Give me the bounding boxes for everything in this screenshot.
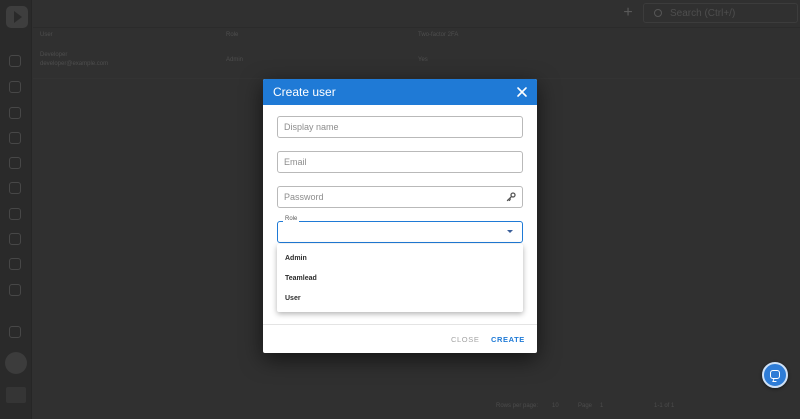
nav-icon-1[interactable] <box>9 55 21 67</box>
rows-per-page-label: Rows per page: <box>496 403 539 409</box>
nav-icon-users[interactable] <box>9 182 21 194</box>
table-header: User Role Two-factor 2FA <box>40 32 780 44</box>
close-button[interactable]: CLOSE <box>451 335 479 344</box>
dialog-header: Create user <box>263 79 537 105</box>
display-name-field[interactable] <box>277 116 523 138</box>
nav-icon-3[interactable] <box>9 107 21 119</box>
role-option-admin[interactable]: Admin <box>277 249 523 269</box>
page-range: 1-1 of 1 <box>654 403 675 409</box>
sidebar-footer-icon[interactable] <box>6 387 26 403</box>
caret-down-icon[interactable] <box>507 230 513 233</box>
user-name: Developer <box>40 52 68 58</box>
role-dropdown-menu: Admin Teamlead User <box>277 244 523 312</box>
avatar[interactable] <box>5 352 27 374</box>
dialog-title: Create user <box>273 85 336 99</box>
create-button[interactable]: CREATE <box>491 335 525 344</box>
table-row[interactable]: Developer developer@example.com Admin Ye… <box>40 52 780 76</box>
nav-icon-7[interactable] <box>9 208 21 220</box>
pagination: Rows per page: 10 Page 1 1-1 of 1 <box>496 403 796 415</box>
email-input[interactable] <box>278 152 488 172</box>
nav-icon-10[interactable] <box>9 284 21 296</box>
role-option-teamlead[interactable]: Teamlead <box>277 269 523 289</box>
add-icon[interactable]: + <box>621 5 635 21</box>
search-placeholder: Search (Ctrl+/) <box>670 8 736 19</box>
user-email: developer@example.com <box>40 61 109 67</box>
password-input[interactable] <box>278 187 488 207</box>
user-role: Admin <box>226 57 244 63</box>
user-2fa: Yes <box>418 57 428 63</box>
page-select[interactable]: 1 <box>600 403 603 409</box>
close-icon[interactable] <box>516 86 528 98</box>
topbar: + Search (Ctrl+/) 99 <box>33 0 800 28</box>
email-field[interactable] <box>277 151 523 173</box>
search-icon <box>654 9 662 17</box>
search-input[interactable]: Search (Ctrl+/) <box>643 3 798 23</box>
support-chat-button[interactable] <box>762 362 788 388</box>
rows-per-page-select[interactable]: 10 <box>552 403 559 409</box>
nav-icon-11[interactable] <box>9 326 21 338</box>
nav-icon-4[interactable] <box>9 132 21 144</box>
page-label: Page <box>578 403 593 409</box>
column-header-user[interactable]: User <box>40 32 53 38</box>
nav-icon-8[interactable] <box>9 233 21 245</box>
create-user-dialog: Create user Role Admin Teamlead User CLO… <box>263 79 537 353</box>
role-label: Role <box>283 216 300 222</box>
display-name-input[interactable] <box>278 117 488 137</box>
password-field[interactable] <box>277 186 523 208</box>
app-logo <box>6 6 28 28</box>
chat-icon <box>770 370 780 379</box>
role-option-user[interactable]: User <box>277 289 523 309</box>
key-icon[interactable] <box>506 192 516 202</box>
nav-icon-5[interactable] <box>9 157 21 169</box>
sidebar <box>0 0 32 419</box>
column-header-2fa[interactable]: Two-factor 2FA <box>418 32 458 38</box>
nav-icon-2[interactable] <box>9 81 21 93</box>
nav-icon-9[interactable] <box>9 258 21 270</box>
dialog-footer: CLOSE CREATE <box>263 324 537 353</box>
column-header-role[interactable]: Role <box>226 32 238 38</box>
role-select[interactable]: Role <box>277 216 523 243</box>
